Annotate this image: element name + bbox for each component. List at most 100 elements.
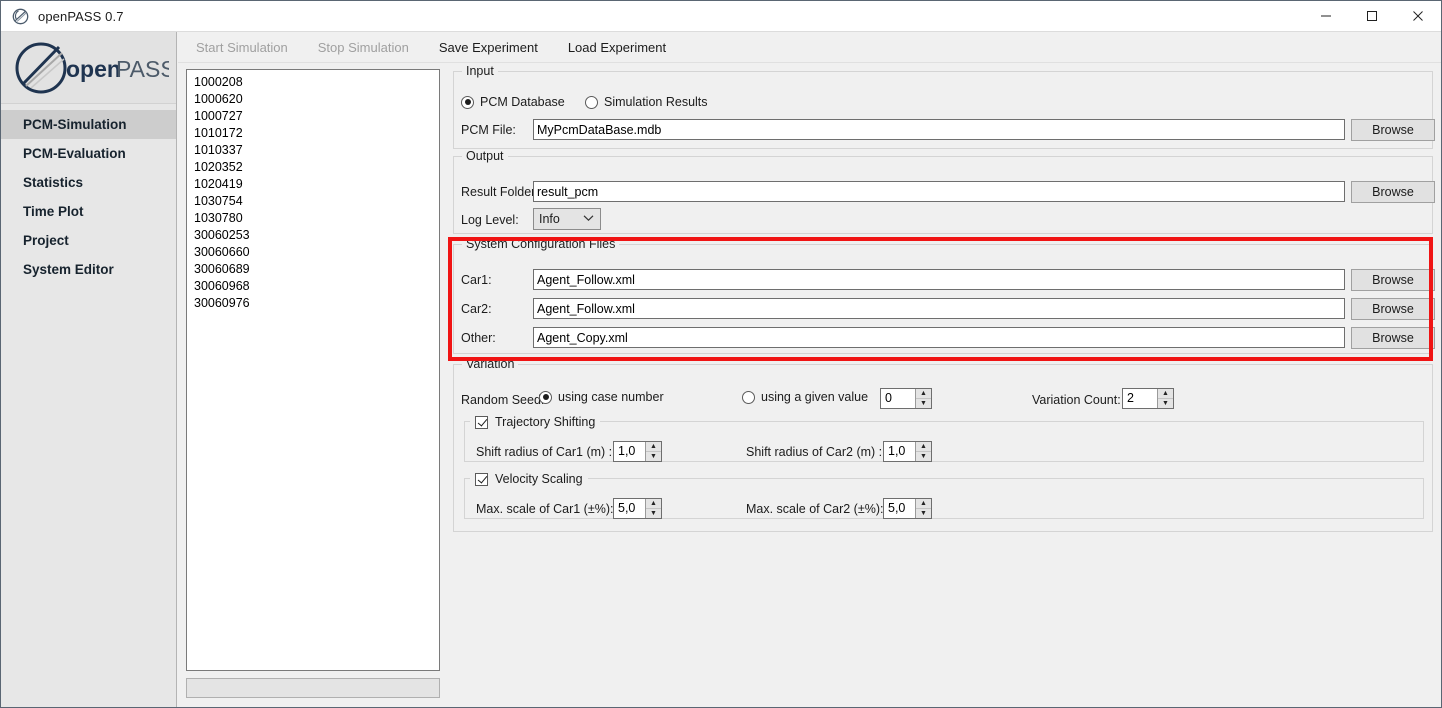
stepper-buttons: ▲ ▼	[915, 499, 931, 518]
stepper-up-icon[interactable]: ▲	[1158, 389, 1173, 399]
toolbar-item-label: Load Experiment	[567, 39, 667, 55]
other-label: Other:	[461, 331, 496, 345]
result-folder-browse-button[interactable]: Browse	[1351, 181, 1435, 203]
pcm-file-browse-button[interactable]: Browse	[1351, 119, 1435, 141]
system-config-group: System Configuration Files Car1: Browse …	[453, 237, 1435, 354]
stepper-up-icon[interactable]: ▲	[916, 442, 931, 452]
stepper-up-icon[interactable]: ▲	[916, 389, 931, 399]
radio-indicator-icon	[461, 95, 474, 109]
toolbar-item-label: Save Experiment	[438, 39, 538, 55]
sidebar-item-pcm-simulation[interactable]: PCM-Simulation	[1, 110, 176, 139]
list-item[interactable]: 1010337	[187, 142, 439, 159]
list-item[interactable]: 30060689	[187, 261, 439, 278]
list-item[interactable]: 30060253	[187, 227, 439, 244]
window-title: openPASS 0.7	[38, 8, 124, 24]
shift-radius-car1-label: Shift radius of Car1 (m) :	[476, 445, 613, 459]
system-config-group-title: System Configuration Files	[462, 237, 620, 251]
trajectory-shifting-checkbox[interactable]: Trajectory Shifting	[470, 415, 601, 429]
stop-simulation-button[interactable]: Stop Simulation	[306, 36, 421, 59]
stepper-down-icon[interactable]: ▼	[916, 509, 931, 518]
sidebar-item-label: System Editor	[23, 262, 114, 277]
radio-indicator-icon	[585, 95, 598, 109]
toolbar: Start Simulation Stop Simulation Save Ex…	[178, 32, 1441, 63]
list-item[interactable]: 1020419	[187, 176, 439, 193]
sidebar-item-label: PCM-Evaluation	[23, 146, 126, 161]
shift-radius-car1-stepper[interactable]: 1,0 ▲ ▼	[613, 441, 662, 462]
other-browse-button[interactable]: Browse	[1351, 327, 1435, 349]
sidebar-item-statistics[interactable]: Statistics	[1, 168, 176, 197]
stepper-up-icon[interactable]: ▲	[646, 442, 661, 452]
stepper-buttons: ▲ ▼	[645, 499, 661, 518]
stepper-buttons: ▲ ▼	[915, 389, 931, 408]
car2-config-input[interactable]	[533, 298, 1345, 319]
shift-radius-car2-stepper[interactable]: 1,0 ▲ ▼	[883, 441, 932, 462]
max-scale-car1-stepper[interactable]: 5,0 ▲ ▼	[613, 498, 662, 519]
case-list[interactable]: 1000208 1000620 1000727 1010172 1010337 …	[186, 69, 440, 671]
list-item[interactable]: 1020352	[187, 159, 439, 176]
car1-config-input[interactable]	[533, 269, 1345, 290]
radio-seed-given-value[interactable]: using a given value	[742, 390, 868, 404]
stepper-up-icon[interactable]: ▲	[646, 499, 661, 509]
close-button[interactable]	[1395, 1, 1441, 32]
application-window: openPASS 0.7 open PASS	[0, 0, 1442, 708]
log-level-select[interactable]: Info	[533, 208, 601, 230]
variation-group: Variation Random Seed: using case number…	[453, 357, 1433, 532]
shift-radius-car2-label: Shift radius of Car2 (m) :	[746, 445, 883, 459]
browse-label: Browse	[1372, 185, 1414, 199]
car2-browse-button[interactable]: Browse	[1351, 298, 1435, 320]
output-group-title: Output	[462, 149, 508, 163]
other-config-input[interactable]	[533, 327, 1345, 348]
svg-text:PASS: PASS	[116, 56, 169, 82]
radio-label: PCM Database	[480, 95, 565, 109]
checkbox-label: Velocity Scaling	[495, 472, 583, 486]
openpass-logo-icon	[11, 7, 29, 25]
list-item[interactable]: 30060968	[187, 278, 439, 295]
minimize-button[interactable]	[1303, 1, 1349, 32]
sidebar-item-time-plot[interactable]: Time Plot	[1, 197, 176, 226]
list-item[interactable]: 30060976	[187, 295, 439, 312]
car1-browse-button[interactable]: Browse	[1351, 269, 1435, 291]
list-item[interactable]: 1030754	[187, 193, 439, 210]
toolbar-item-label: Stop Simulation	[317, 39, 409, 55]
velocity-scaling-checkbox[interactable]: Velocity Scaling	[470, 472, 588, 486]
browse-label: Browse	[1372, 302, 1414, 316]
max-scale-car1-label: Max. scale of Car1 (±%):	[476, 502, 614, 516]
list-item[interactable]: 1000208	[187, 74, 439, 91]
start-simulation-button[interactable]: Start Simulation	[184, 36, 300, 59]
maximize-button[interactable]	[1349, 1, 1395, 32]
radio-label: using case number	[558, 390, 664, 404]
input-group: Input PCM Database Simulation Results PC…	[453, 64, 1435, 149]
list-item[interactable]: 1000620	[187, 91, 439, 108]
sidebar-nav: PCM-Simulation PCM-Evaluation Statistics…	[1, 104, 176, 284]
browse-label: Browse	[1372, 123, 1414, 137]
max-scale-car2-label: Max. scale of Car2 (±%):	[746, 502, 884, 516]
pcm-file-input[interactable]	[533, 119, 1345, 140]
stepper-down-icon[interactable]: ▼	[1158, 399, 1173, 408]
sidebar-item-pcm-evaluation[interactable]: PCM-Evaluation	[1, 139, 176, 168]
stepper-down-icon[interactable]: ▼	[916, 399, 931, 408]
list-item[interactable]: 1030780	[187, 210, 439, 227]
load-experiment-button[interactable]: Load Experiment	[556, 36, 678, 59]
window-controls	[1303, 1, 1441, 32]
sidebar-logo: open PASS	[1, 32, 176, 104]
radio-simulation-results[interactable]: Simulation Results	[585, 95, 708, 109]
seed-value-stepper[interactable]: 0 ▲ ▼	[880, 388, 932, 409]
stepper-up-icon[interactable]: ▲	[916, 499, 931, 509]
toolbar-item-label: Start Simulation	[196, 39, 288, 55]
list-item[interactable]: 30060660	[187, 244, 439, 261]
radio-pcm-database[interactable]: PCM Database	[461, 95, 565, 109]
result-folder-input[interactable]	[533, 181, 1345, 202]
stepper-down-icon[interactable]: ▼	[646, 509, 661, 518]
variation-count-stepper[interactable]: 2 ▲ ▼	[1122, 388, 1174, 409]
sidebar-item-system-editor[interactable]: System Editor	[1, 255, 176, 284]
save-experiment-button[interactable]: Save Experiment	[427, 36, 550, 59]
stepper-down-icon[interactable]: ▼	[916, 452, 931, 461]
sidebar-item-project[interactable]: Project	[1, 226, 176, 255]
list-item[interactable]: 1010172	[187, 125, 439, 142]
list-item[interactable]: 1000727	[187, 108, 439, 125]
sidebar-item-label: Time Plot	[23, 204, 84, 219]
stepper-down-icon[interactable]: ▼	[646, 452, 661, 461]
max-scale-car2-stepper[interactable]: 5,0 ▲ ▼	[883, 498, 932, 519]
radio-seed-case-number[interactable]: using case number	[539, 390, 664, 404]
browse-label: Browse	[1372, 273, 1414, 287]
